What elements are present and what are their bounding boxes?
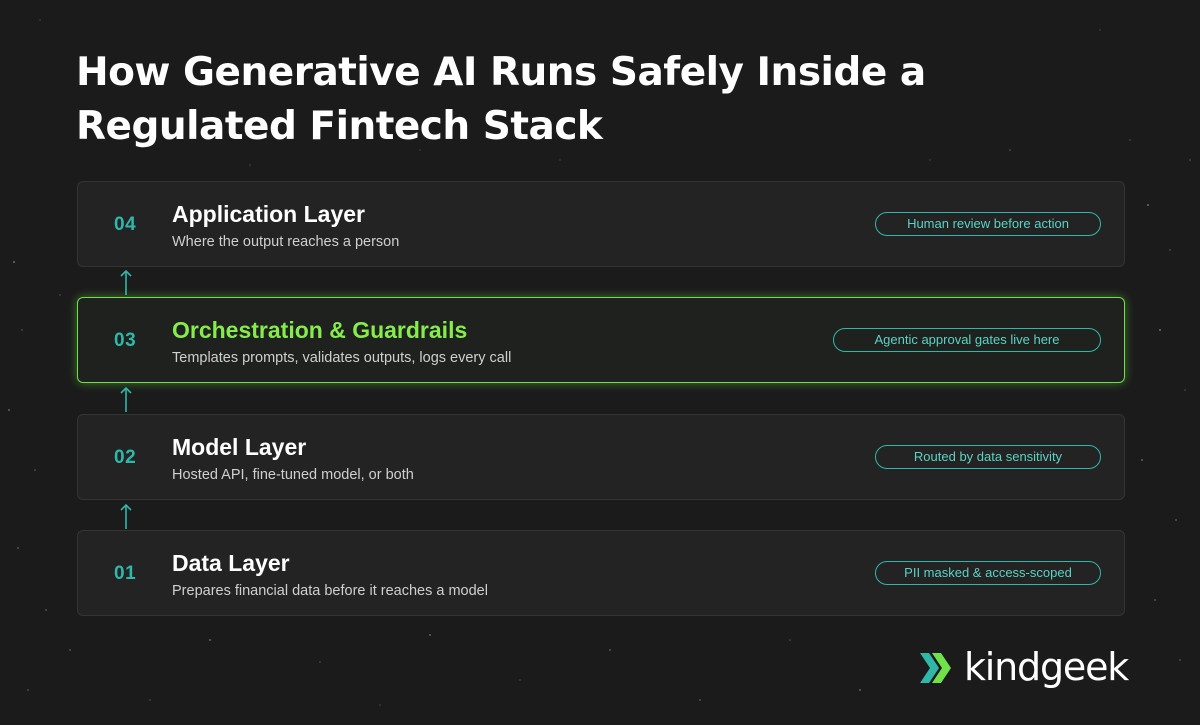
double-chevron-right-icon [920,653,951,683]
arrow-up-icon [120,386,132,412]
layer-badge: Routed by data sensitivity [875,445,1101,469]
layer-name: Data Layer [172,550,290,576]
layer-description: Hosted API, fine-tuned model, or both [172,467,414,483]
layer-number: 02 [114,447,137,468]
kindgeek-logo: kindgeek [920,645,1140,693]
layer-description: Prepares financial data before it reache… [172,583,488,599]
layer-name: Model Layer [172,434,307,460]
layer-description: Templates prompts, validates outputs, lo… [172,350,512,366]
arrow-up-icon [120,503,132,529]
layer-badge: Agentic approval gates live here [833,328,1101,352]
layer-number: 04 [114,214,137,235]
layer-badge: PII masked & access-scoped [875,561,1101,585]
layer-name: Orchestration & Guardrails [172,317,468,343]
layer-number: 03 [114,330,137,351]
layer-badge: Human review before action [875,212,1101,236]
layer-name: Application Layer [172,201,365,227]
layer-description: Where the output reaches a person [172,234,400,250]
page-title: How Generative AI Runs Safely Inside a R… [76,50,926,149]
layer-card-application: 04 Application Layer Where the output re… [77,181,1125,267]
layer-card-data: 01 Data Layer Prepares financial data be… [77,530,1125,616]
logo-wordmark: kindgeek [964,645,1129,689]
arrow-up-icon [120,269,132,295]
layer-card-orchestration: 03 Orchestration & Guardrails Templates … [77,297,1125,383]
layer-number: 01 [114,563,137,584]
layer-card-model: 02 Model Layer Hosted API, fine-tuned mo… [77,414,1125,500]
